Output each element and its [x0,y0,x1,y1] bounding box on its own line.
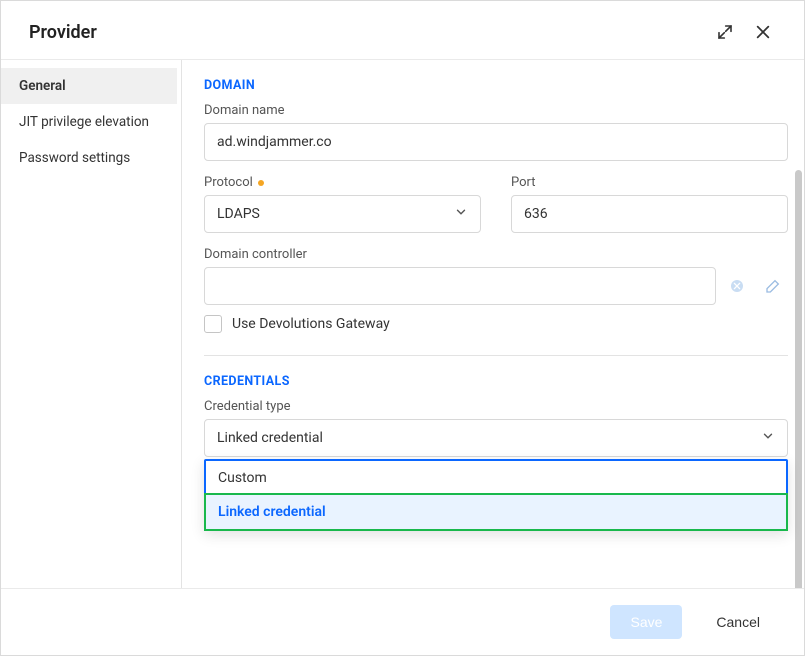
use-gateway-checkbox[interactable] [204,315,222,333]
sidebar-item-label: Password settings [19,150,130,166]
sidebar-item-label: JIT privilege elevation [19,114,149,130]
expand-icon[interactable] [712,19,738,45]
required-indicator-icon [258,180,264,186]
option-label: Custom [218,470,267,486]
row-protocol-port: Protocol LDAPS Port 636 [204,175,788,233]
save-button[interactable]: Save [610,605,682,639]
field-domain-controller: Domain controller Use Devolutions Gatewa… [204,247,788,333]
dialog-header: Provider [1,1,804,60]
clear-icon[interactable] [722,269,752,303]
edit-icon[interactable] [758,269,788,303]
provider-dialog: Provider General JIT privilege elevation [0,0,805,656]
use-gateway-row: Use Devolutions Gateway [204,315,788,333]
sidebar-item-jit-privilege[interactable]: JIT privilege elevation [1,104,177,140]
dropdown-option-custom[interactable]: Custom [206,461,786,495]
cancel-button[interactable]: Cancel [696,605,780,639]
content-area: DOMAIN Domain name ad.windjammer.co Prot… [181,60,804,588]
field-domain-name: Domain name ad.windjammer.co [204,103,788,161]
field-credential-type: Credential type Linked credential Custom [204,399,788,457]
dropdown-option-linked-credential[interactable]: Linked credential [204,493,788,531]
credential-type-label: Credential type [204,399,788,414]
section-heading-credentials: CREDENTIALS [204,374,788,389]
sidebar-item-general[interactable]: General [1,68,177,104]
input-value: ad.windjammer.co [217,134,332,150]
field-port: Port 636 [511,175,788,233]
port-label: Port [511,175,788,190]
field-protocol: Protocol LDAPS [204,175,481,233]
port-input[interactable]: 636 [511,195,788,233]
sidebar-item-label: General [19,78,66,94]
chevron-down-icon [761,429,775,447]
select-value: LDAPS [217,206,260,222]
domain-controller-label: Domain controller [204,247,788,262]
credential-type-dropdown: Custom Linked credential [204,459,788,531]
sidebar-item-password-settings[interactable]: Password settings [1,140,177,176]
domain-controller-input[interactable] [204,267,716,305]
credential-type-select[interactable]: Linked credential [204,419,788,457]
dialog-body: General JIT privilege elevation Password… [1,60,804,588]
domain-name-input[interactable]: ad.windjammer.co [204,123,788,161]
header-actions [712,19,776,45]
dialog-footer: Save Cancel [1,588,804,655]
protocol-select[interactable]: LDAPS [204,195,481,233]
close-icon[interactable] [750,19,776,45]
scrollbar[interactable] [795,170,802,588]
select-value: Linked credential [217,430,323,446]
input-value: 636 [524,206,548,222]
option-label: Linked credential [218,504,326,520]
use-gateway-label: Use Devolutions Gateway [232,316,390,332]
dialog-title: Provider [29,22,97,43]
section-divider [204,355,788,356]
section-heading-domain: DOMAIN [204,78,788,93]
chevron-down-icon [454,205,468,223]
protocol-label: Protocol [204,175,481,190]
domain-name-label: Domain name [204,103,788,118]
sidebar: General JIT privilege elevation Password… [1,60,181,588]
